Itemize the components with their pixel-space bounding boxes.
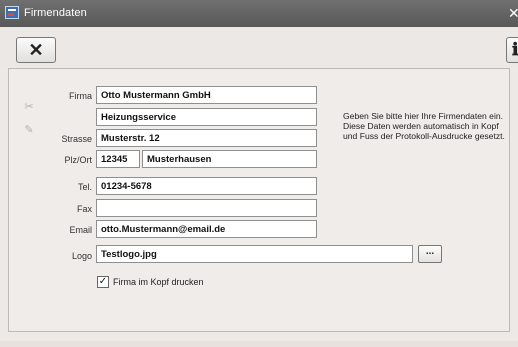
- ort-field[interactable]: Musterhausen: [142, 150, 317, 168]
- close-icon: ✕: [28, 39, 44, 60]
- info-button[interactable]: ℹ: [506, 37, 518, 63]
- window-title: Firmendaten: [24, 7, 87, 19]
- strasse-field[interactable]: Musterstr. 12: [96, 129, 317, 147]
- title-bar: Firmendaten ✕: [0, 0, 518, 27]
- fax-field[interactable]: [96, 199, 317, 217]
- browse-button[interactable]: ...: [418, 245, 442, 263]
- strasse-label: Strasse: [61, 134, 92, 144]
- firma-im-kopf-checkbox[interactable]: ✓: [97, 276, 109, 288]
- info-icon: ℹ: [512, 40, 518, 59]
- logo-label: Logo: [71, 251, 92, 261]
- firma-line2-field[interactable]: Heizungsservice: [96, 108, 317, 126]
- fax-label: Fax: [76, 204, 92, 214]
- email-field[interactable]: otto.Mustermann@email.de: [96, 220, 317, 238]
- tel-field[interactable]: 01234-5678: [96, 177, 317, 195]
- firma-line1-field[interactable]: Otto Mustermann GmbH: [96, 86, 317, 104]
- plz-ort-label: Plz/Ort: [64, 155, 92, 165]
- email-label: Email: [69, 225, 92, 235]
- toolbar: ✕ ℹ: [0, 27, 518, 67]
- plz-field[interactable]: 12345: [96, 150, 140, 168]
- firmendaten-window: Firmendaten ✕ ✕ ℹ ✂ ✎ Firma Otto Musterm…: [0, 0, 518, 341]
- info-text: Geben Sie bitte hier Ihre Firmendaten ei…: [343, 111, 505, 141]
- tel-label: Tel.: [77, 182, 92, 192]
- window-close-icon[interactable]: ✕: [508, 5, 518, 22]
- firma-label: Firma: [69, 91, 92, 101]
- logo-field[interactable]: Testlogo.jpg: [96, 245, 413, 263]
- app-icon: [5, 6, 19, 19]
- close-button[interactable]: ✕: [16, 37, 56, 63]
- firma-im-kopf-label: Firma im Kopf drucken: [113, 277, 204, 287]
